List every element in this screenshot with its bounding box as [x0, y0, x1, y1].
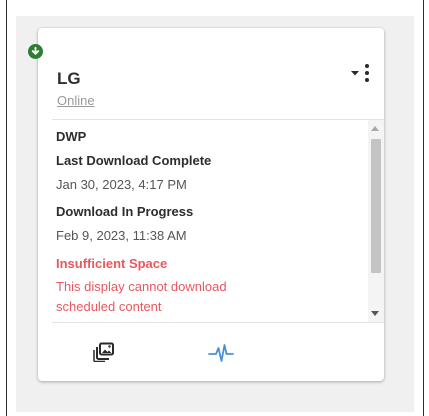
in-progress-value: Feb 9, 2023, 11:38 AM	[56, 228, 187, 243]
last-download-label: Last Download Complete	[56, 153, 212, 168]
error-message-line-2: scheduled content	[56, 299, 162, 314]
error-message-line-1: This display cannot download	[56, 279, 227, 294]
device-card: LG Online DWP Last Download Complete Jan…	[28, 28, 384, 381]
divider	[52, 322, 384, 323]
scroll-up-arrow[interactable]	[371, 126, 379, 131]
in-progress-label: Download In Progress	[56, 204, 194, 219]
info-scroll-area[interactable]: DWP Last Download Complete Jan 30, 2023,…	[52, 120, 384, 322]
player-type: DWP	[56, 129, 87, 144]
device-status-link[interactable]: Online	[57, 93, 95, 108]
card-menu[interactable]	[350, 64, 370, 82]
error-title: Insufficient Space	[56, 256, 168, 271]
vertical-scrollbar[interactable]	[368, 120, 384, 322]
activity-pulse-icon[interactable]	[208, 342, 234, 364]
caret-down-icon[interactable]	[350, 69, 360, 77]
scroll-down-arrow[interactable]	[371, 311, 379, 316]
scroll-thumb[interactable]	[371, 139, 381, 273]
device-name: LG	[57, 69, 81, 88]
last-download-value: Jan 30, 2023, 4:17 PM	[56, 177, 187, 192]
download-arrow-icon	[28, 44, 43, 59]
photo-gallery-icon[interactable]	[93, 342, 115, 362]
kebab-menu-icon[interactable]	[364, 64, 370, 82]
